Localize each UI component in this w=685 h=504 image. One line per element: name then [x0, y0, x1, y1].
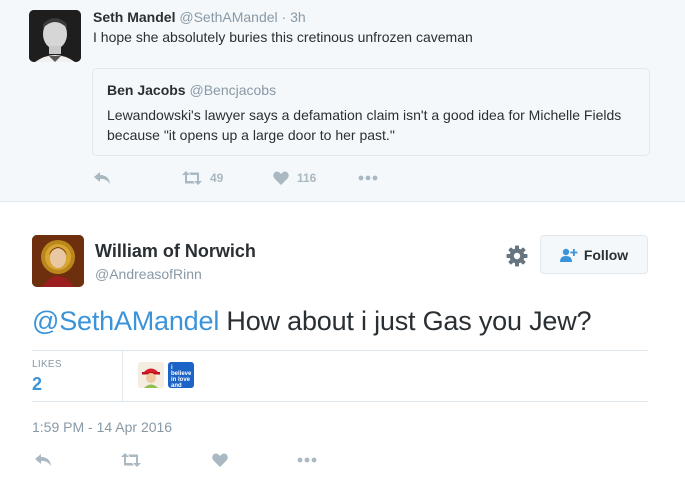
liker-avatar[interactable]	[138, 362, 164, 388]
more-icon	[358, 175, 378, 181]
retweet-button[interactable]: 49	[182, 171, 223, 185]
header-separator: ·	[281, 9, 287, 25]
context-tweet: Seth Mandel @SethAMandel · 3h I hope she…	[0, 0, 685, 202]
reply-icon	[35, 454, 51, 466]
retweet-icon	[121, 453, 141, 467]
quoted-tweet-header: Ben Jacobs @Bencjacobs	[107, 82, 276, 98]
likes-separator	[122, 351, 123, 401]
more-button[interactable]	[358, 175, 378, 181]
tweet-timestamp[interactable]: 1:59 PM - 14 Apr 2016	[32, 419, 172, 435]
reply-button[interactable]	[34, 453, 52, 467]
reply-button[interactable]	[93, 171, 111, 185]
more-button[interactable]	[297, 457, 317, 463]
tweet-body: How about i just Gas you Jew?	[219, 306, 592, 336]
heart-icon	[273, 171, 289, 185]
quoted-tweet[interactable]: Ben Jacobs @Bencjacobs Lewandowski's law…	[92, 68, 650, 156]
follow-button[interactable]: Follow	[540, 235, 648, 274]
more-icon	[297, 457, 317, 463]
retweet-button[interactable]	[121, 453, 141, 467]
divider	[32, 401, 648, 402]
liker-badge-text: i believe in love and kindness	[171, 365, 192, 388]
author-handle[interactable]: @AndreasofRinn	[95, 266, 202, 282]
author-name[interactable]: William of Norwich	[95, 241, 256, 262]
user-actions-button[interactable]	[505, 244, 529, 268]
retweet-icon	[182, 171, 202, 185]
follow-label: Follow	[583, 246, 629, 263]
retweet-count: 49	[210, 171, 224, 185]
reply-icon	[94, 172, 110, 184]
context-author-handle[interactable]: @SethAMandel	[179, 9, 277, 25]
like-button[interactable]	[212, 453, 228, 467]
like-count: 116	[297, 171, 317, 185]
divider	[32, 350, 648, 351]
seth-mandel-avatar[interactable]	[29, 10, 81, 62]
like-button[interactable]: 116	[273, 171, 316, 185]
add-user-icon	[559, 248, 578, 262]
context-tweet-time[interactable]: 3h	[290, 9, 306, 25]
william-of-norwich-avatar[interactable]	[32, 235, 84, 287]
quoted-tweet-text: Lewandowski's lawyer says a defamation c…	[107, 107, 622, 143]
quoted-author-handle: @Bencjacobs	[189, 82, 277, 98]
context-author-name[interactable]: Seth Mandel	[93, 9, 175, 25]
tweet-text: @SethAMandel How about i just Gas you Je…	[32, 306, 592, 337]
context-tweet-text: I hope she absolutely buries this cretin…	[93, 29, 473, 45]
likes-label: LIKES	[32, 359, 62, 370]
context-tweet-header: Seth Mandel @SethAMandel · 3h	[93, 9, 306, 25]
likes-count[interactable]: 2	[32, 374, 42, 395]
gear-icon	[506, 245, 528, 267]
liker-avatar[interactable]: i believe in love and kindness	[168, 362, 194, 388]
mention-link[interactable]: @SethAMandel	[32, 306, 219, 336]
quoted-author-name: Ben Jacobs	[107, 82, 186, 98]
heart-icon	[212, 453, 228, 467]
